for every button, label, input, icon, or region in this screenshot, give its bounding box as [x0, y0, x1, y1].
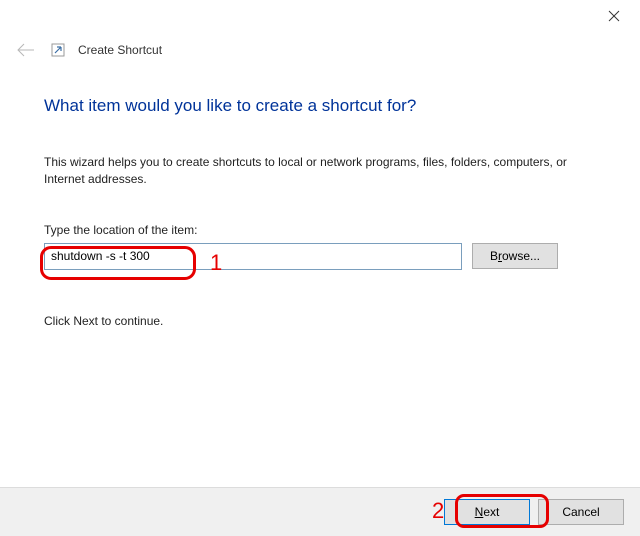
continue-hint: Click Next to continue.: [44, 314, 596, 328]
titlebar: [0, 0, 640, 32]
cancel-button[interactable]: Cancel: [538, 499, 624, 525]
shortcut-icon: [50, 42, 66, 58]
wizard-description: This wizard helps you to create shortcut…: [44, 154, 596, 189]
next-button[interactable]: Next: [444, 499, 530, 525]
close-button[interactable]: [594, 4, 634, 28]
wizard-content: What item would you like to create a sho…: [0, 68, 640, 328]
location-label: Type the location of the item:: [44, 223, 596, 237]
close-icon: [608, 10, 620, 22]
location-input-wrap: [44, 243, 462, 270]
browse-label: Browse...: [490, 249, 540, 263]
location-input[interactable]: [44, 243, 462, 270]
next-label: Next: [475, 505, 500, 519]
location-field-row: Browse...: [44, 243, 596, 270]
wizard-footer: Next Cancel: [0, 487, 640, 536]
wizard-header: Create Shortcut: [0, 32, 640, 68]
back-arrow-icon: [16, 43, 36, 57]
main-heading: What item would you like to create a sho…: [44, 96, 596, 116]
wizard-title: Create Shortcut: [78, 43, 162, 57]
back-button[interactable]: [14, 38, 38, 62]
browse-button[interactable]: Browse...: [472, 243, 558, 269]
